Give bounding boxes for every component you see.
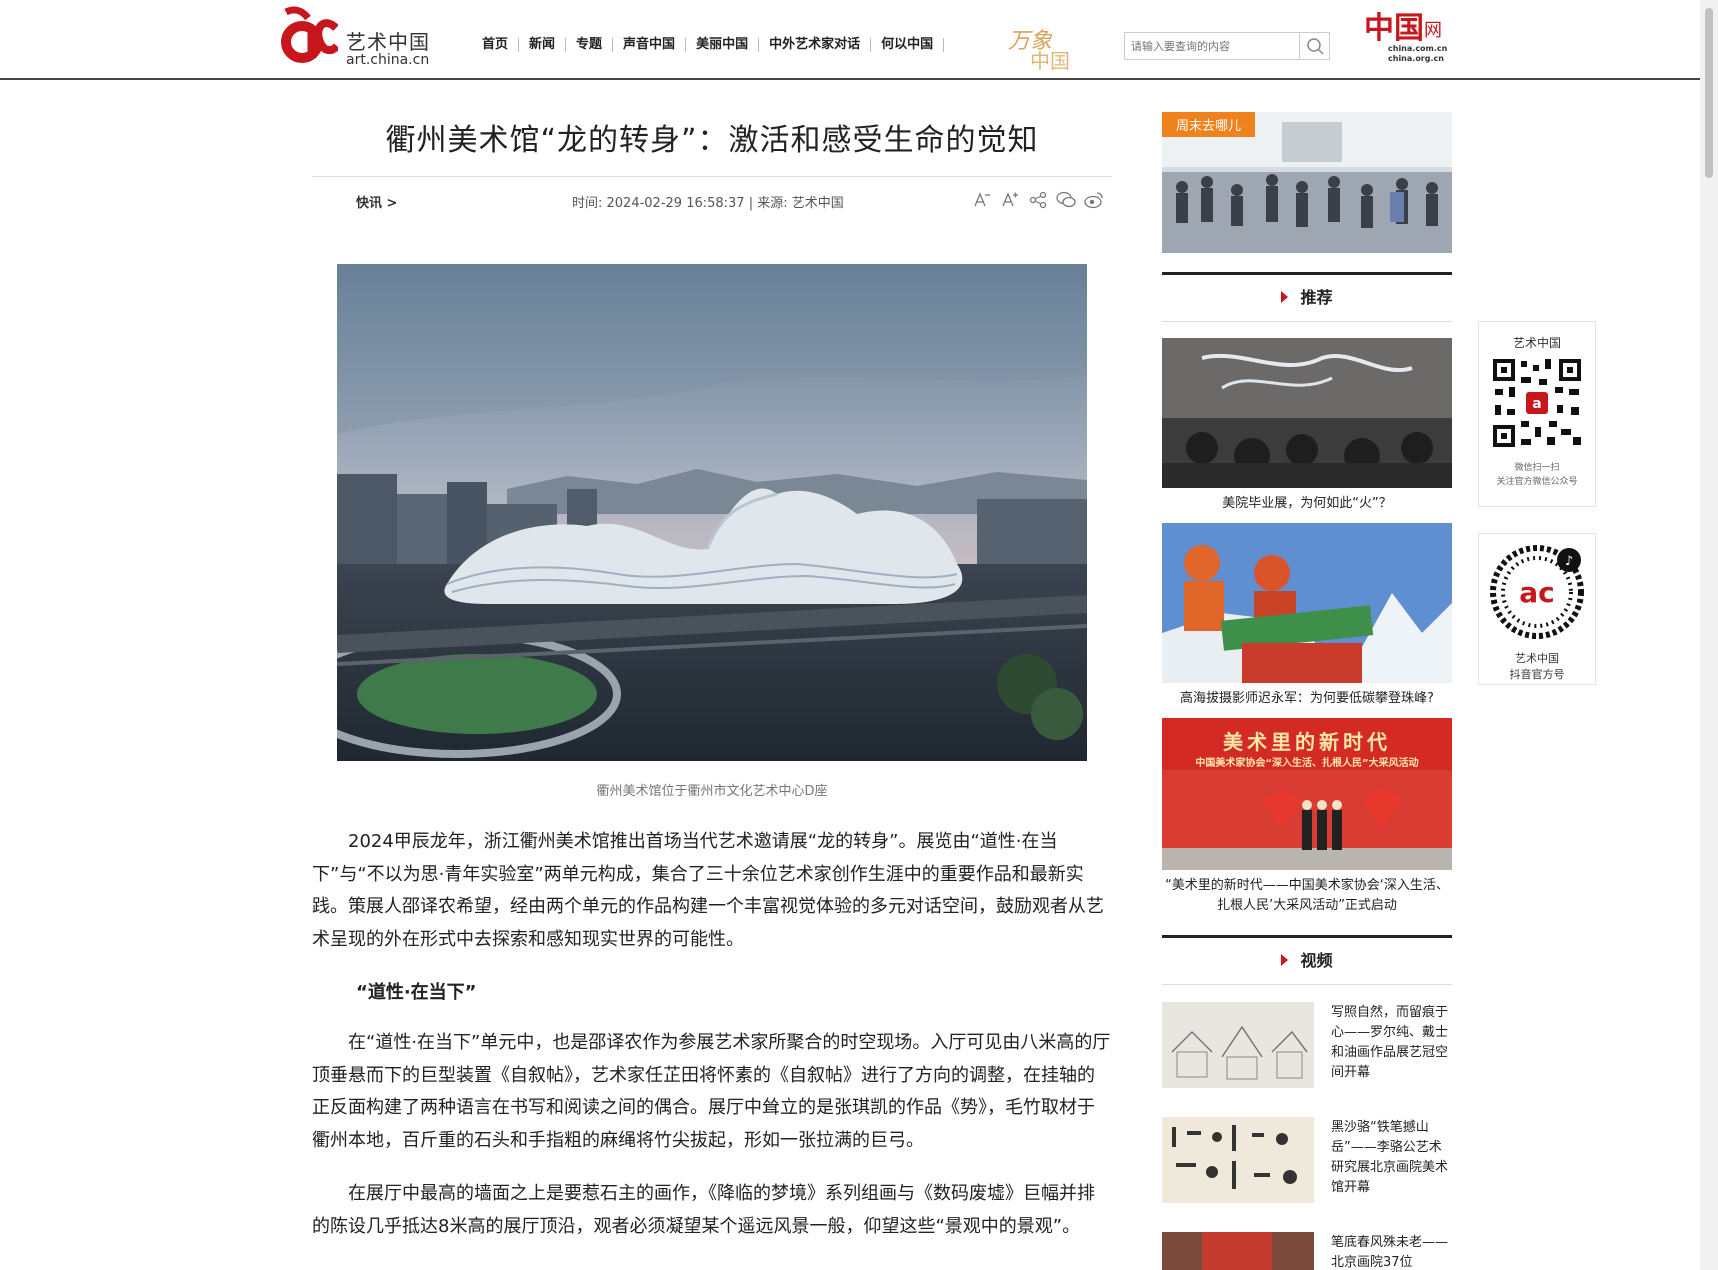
article-tools (972, 190, 1104, 210)
font-decrease-icon[interactable] (972, 190, 992, 210)
sketch-painting-thumb (1162, 1002, 1314, 1088)
recommend-image-3[interactable]: 美术里的新时代 中国美术家协会“深入生活、扎根人民”大采风活动 (1162, 718, 1452, 870)
svg-text:ac: ac (1519, 576, 1555, 609)
weekend-feature[interactable]: 周末去哪儿 (1162, 112, 1452, 253)
site-header: 艺术中国 art.china.cn 首页 新闻 专题 声音中国 美丽中国 中外艺… (0, 0, 1700, 80)
video-thumb-2[interactable] (1162, 1117, 1314, 1203)
scrollbar-thumb[interactable] (1705, 8, 1713, 178)
everest-photo (1162, 523, 1452, 683)
svg-text:网: 网 (1424, 20, 1442, 41)
page-scrollbar[interactable] (1700, 0, 1718, 1270)
weibo-icon[interactable] (1084, 190, 1104, 210)
svg-text:中国: 中国 (1364, 11, 1424, 46)
video-title-1[interactable]: 写照自然，而留痕于心——罗尔纯、戴士和油画作品展艺冠空间开幕 (1331, 1003, 1453, 1083)
gallery-thumb (1162, 1232, 1314, 1270)
triangle-icon (1281, 953, 1289, 966)
art-museum-photo (337, 264, 1087, 761)
logo-name-cn: 艺术中国 (346, 30, 430, 54)
publish-time-source: 时间: 2024-02-29 16:58:37 | 来源: 艺术中国 (572, 196, 844, 211)
title-divider (312, 176, 1112, 177)
wechat-card-line2: 关注官方微信公众号 (1496, 477, 1578, 487)
article-paragraph-1: 2024甲辰龙年，浙江衢州美术馆推出首场当代艺术邀请展“龙的转身”。展览由“道性… (312, 831, 1104, 950)
nav-news[interactable]: 新闻 (519, 38, 567, 52)
search-icon (1306, 38, 1324, 55)
video-title-2[interactable]: 黑沙骆“铁笔撼山岳”——李骆公艺术研究展北京画院美术馆开幕 (1331, 1118, 1453, 1198)
triangle-icon (1281, 290, 1289, 303)
video-title-3[interactable]: 笔底春风殊未老——北京画院37位 (1331, 1233, 1453, 1270)
douyin-card-line1: 抖音官方号 (1509, 668, 1565, 681)
recommend-caption-1[interactable]: 美院毕业展，为何如此“火”？ (1162, 494, 1452, 514)
recommend-image-1[interactable] (1162, 338, 1452, 488)
main-nav: 首页 新闻 专题 声音中国 美丽中国 中外艺术家对话 何以中国 (478, 38, 945, 52)
wanxiang-china-promo[interactable]: 万象 中国 (1006, 24, 1076, 70)
banner-title: 美术里的新时代 (1223, 730, 1391, 754)
svg-text:♪: ♪ (1565, 554, 1573, 569)
article-meta: 快讯 > 时间: 2024-02-29 16:58:37 | 来源: 艺术中国 (312, 190, 1112, 214)
article-main-photo (337, 264, 1087, 761)
douyin-qr-code: ac ♪ (1490, 545, 1584, 639)
wechat-card-title: 艺术中国 (1512, 336, 1561, 350)
wechat-qr-card: 艺术中国 a 微信扫一扫 关注官方微信公众号 (1478, 321, 1596, 507)
site-logo[interactable]: 艺术中国 art.china.cn (280, 6, 440, 68)
article-title: 衢州美术馆“龙的转身”：激活和感受生命的觉知 (385, 123, 1039, 158)
china-com-logo[interactable]: 中国 网 china.com.cn china.org.cn (1364, 6, 1448, 68)
recommend-title: 推荐 (1300, 288, 1333, 307)
logo-name-en: art.china.cn (346, 52, 430, 68)
douyin-card-title: 艺术中国 (1515, 652, 1559, 665)
font-increase-icon[interactable] (1000, 190, 1020, 210)
ceremony-photo (1162, 770, 1452, 870)
video-thumb-1[interactable] (1162, 1002, 1314, 1088)
china-logo-sub: china.com.cn china.org.cn (1388, 44, 1448, 63)
video-title: 视频 (1300, 951, 1333, 970)
recommend-caption-2[interactable]: 高海拔摄影师迟永军：为何要低碳攀登珠峰? (1162, 689, 1452, 709)
wechat-icon[interactable] (1056, 190, 1076, 210)
svg-text:中国: 中国 (1030, 49, 1070, 70)
article-paragraph-2: 在“道性·在当下”单元中，也是邵译农作为参展艺术家所聚合的时空现场。入厅可见由八… (312, 1032, 1111, 1151)
nav-artist-dialogue[interactable]: 中外艺术家对话 (759, 38, 872, 52)
recommend-header: 推荐 (1162, 272, 1452, 322)
search-button[interactable] (1299, 33, 1329, 59)
recommend-image-2[interactable] (1162, 523, 1452, 683)
svg-text:a: a (1532, 396, 1541, 412)
nav-voice-china[interactable]: 声音中国 (613, 38, 687, 52)
search-box (1124, 32, 1330, 60)
wechat-qr-code: a (1491, 357, 1583, 449)
china-net-logo-icon: 中国 网 (1364, 11, 1442, 46)
calligraphy-thumb (1162, 1117, 1314, 1203)
photo-caption: 衢州美术馆位于衢州市文化艺术中心D座 (596, 784, 828, 799)
share-icon[interactable] (1028, 190, 1048, 210)
nav-home[interactable]: 首页 (478, 38, 520, 52)
video-header: 视频 (1162, 935, 1452, 985)
breadcrumb[interactable]: 快讯 > (356, 192, 397, 211)
art-china-logo-icon (281, 6, 338, 63)
search-input[interactable] (1125, 33, 1297, 59)
video-thumb-3[interactable] (1162, 1232, 1314, 1270)
nav-topics[interactable]: 专题 (566, 38, 614, 52)
douyin-qr-card: ac ♪ 艺术中国 抖音官方号 (1478, 533, 1596, 685)
article-subheading: “道性·在当下” (356, 982, 477, 1003)
recommend-caption-3[interactable]: “美术里的新时代——中国美术家协会‘深入生活、扎根人民’大采风活动”正式启动 (1162, 876, 1452, 916)
weekend-tag: 周末去哪儿 (1162, 112, 1256, 137)
wechat-card-line1: 微信扫一扫 (1514, 463, 1560, 473)
article-paragraph-3: 在展厅中最高的墙面之上是要惹石主的画作，《降临的梦境》系列组画与《数码废墟》巨幅… (312, 1183, 1095, 1237)
nav-beautiful-china[interactable]: 美丽中国 (686, 38, 760, 52)
grad-show-photo (1162, 338, 1452, 488)
nav-he-yi-china[interactable]: 何以中国 (871, 38, 945, 52)
banner-subtitle: 中国美术家协会“深入生活、扎根人民”大采风活动 (1195, 758, 1419, 769)
